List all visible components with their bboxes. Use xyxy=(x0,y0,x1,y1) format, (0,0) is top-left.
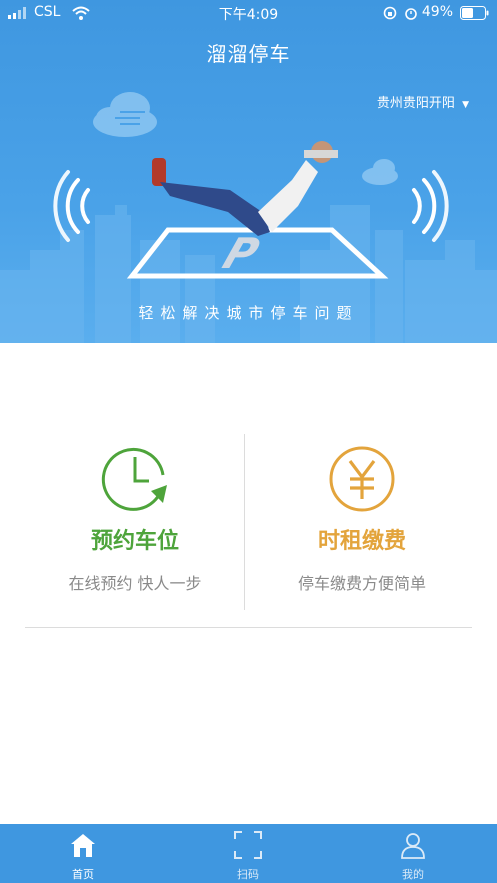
tab-home[interactable]: 首页 xyxy=(33,824,133,883)
city-selector[interactable]: 贵州贵阳开阳 ▼ xyxy=(377,92,469,111)
battery-percent: 49% xyxy=(421,4,453,20)
rotation-lock-icon xyxy=(383,6,397,20)
payment-subtitle: 停车缴费方便简单 xyxy=(297,574,426,593)
hero-banner: P CSL 下午4:09 49% 溜溜停车 贵州贵阳开阳 ▼ 轻松解决城市停车问… xyxy=(0,0,497,343)
feature-divider-horizontal xyxy=(25,627,472,628)
reserve-title: 预约车位 xyxy=(90,529,179,554)
person-illustration xyxy=(152,141,338,236)
feature-divider-vertical xyxy=(244,434,245,610)
tab-bar: 首页 扫码 我的 xyxy=(0,824,497,883)
scan-icon xyxy=(233,830,263,860)
alarm-icon xyxy=(405,8,417,20)
status-bar: CSL 下午4:09 49% xyxy=(0,0,497,26)
hourly-payment-card[interactable]: 时租缴费 停车缴费方便简单 xyxy=(252,433,472,611)
hero-tagline: 轻松解决城市停车问题 xyxy=(138,304,359,322)
city-label: 贵州贵阳开阳 xyxy=(376,96,455,111)
yen-icon xyxy=(328,445,396,513)
clock-icon xyxy=(101,445,169,513)
tab-scan[interactable]: 扫码 xyxy=(198,824,298,883)
payment-title: 时租缴费 xyxy=(317,529,406,554)
svg-text:P: P xyxy=(217,230,266,278)
user-icon xyxy=(398,830,428,860)
home-icon xyxy=(68,830,98,860)
tab-home-label: 首页 xyxy=(72,868,94,881)
reserve-parking-card[interactable]: 预约车位 在线预约 快人一步 xyxy=(25,433,245,611)
cloud-icon xyxy=(93,92,157,137)
tab-scan-label: 扫码 xyxy=(237,868,259,881)
reserve-subtitle: 在线预约 快人一步 xyxy=(68,574,202,593)
battery-icon xyxy=(460,6,489,20)
tab-mine[interactable]: 我的 xyxy=(363,824,463,883)
caret-down-icon: ▼ xyxy=(462,100,469,110)
tab-mine-label: 我的 xyxy=(402,868,424,881)
feature-section: 预约车位 在线预约 快人一步 时租缴费 停车缴费方便简单 xyxy=(25,433,472,611)
page-title: 溜溜停车 xyxy=(206,42,291,66)
